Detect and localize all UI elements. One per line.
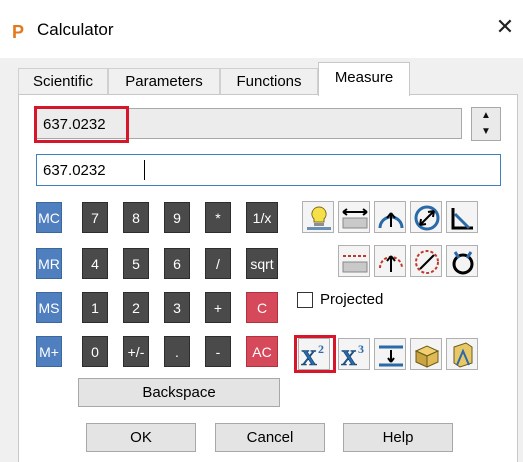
key-sqrt[interactable]: sqrt: [246, 248, 278, 279]
app-logo-icon: P: [10, 22, 28, 42]
key-mc[interactable]: MC: [36, 202, 62, 233]
key-8[interactable]: 8: [123, 202, 149, 233]
tab-functions[interactable]: Functions: [220, 68, 318, 95]
key-clear[interactable]: C: [246, 292, 278, 323]
key-reciprocal[interactable]: 1/x: [246, 202, 278, 233]
key-1[interactable]: 1: [82, 292, 108, 323]
key-m-plus[interactable]: M+: [36, 336, 62, 367]
spin-down-icon[interactable]: ▼: [472, 124, 500, 140]
expression-input[interactable]: [36, 154, 501, 186]
arc-three-point-icon[interactable]: [374, 245, 406, 277]
help-button[interactable]: Help: [343, 423, 453, 452]
key-decimal[interactable]: .: [164, 336, 190, 367]
backspace-button[interactable]: Backspace: [78, 378, 280, 407]
svg-text:X: X: [341, 345, 357, 370]
volume-icon[interactable]: [410, 338, 442, 370]
key-divide[interactable]: /: [205, 248, 231, 279]
projected-label: Projected: [320, 291, 384, 308]
svg-text:P: P: [12, 22, 24, 40]
key-negate[interactable]: +/-: [123, 336, 149, 367]
window-title: Calculator: [37, 20, 114, 39]
svg-text:3: 3: [358, 342, 364, 356]
spin-up-icon[interactable]: ▲: [472, 108, 500, 124]
diameter-icon[interactable]: [410, 201, 442, 233]
key-all-clear[interactable]: AC: [246, 336, 278, 367]
key-ms[interactable]: MS: [36, 292, 62, 323]
key-5[interactable]: 5: [123, 248, 149, 279]
key-7[interactable]: 7: [82, 202, 108, 233]
mass-properties-icon[interactable]: [446, 338, 478, 370]
ok-button[interactable]: OK: [86, 423, 196, 452]
thickness-icon[interactable]: [374, 338, 406, 370]
expression-input-value: 637.0232: [43, 162, 106, 179]
projected-checkbox[interactable]: [297, 292, 313, 308]
key-minus[interactable]: -: [205, 336, 231, 367]
distance-between-points-icon[interactable]: [338, 245, 370, 277]
key-multiply[interactable]: *: [205, 202, 231, 233]
square-highlight: [294, 335, 336, 373]
distance-icon[interactable]: [338, 201, 370, 233]
tab-strip: Scientific Parameters Functions Measure: [18, 62, 518, 96]
text-caret: [144, 160, 145, 180]
arc-radius-icon[interactable]: [374, 201, 406, 233]
cube-icon[interactable]: X3: [338, 338, 370, 370]
result-spinner[interactable]: ▲ ▼: [471, 107, 501, 141]
close-icon[interactable]: ✕: [494, 16, 516, 38]
circle-diameter-icon[interactable]: [410, 245, 442, 277]
tab-parameters[interactable]: Parameters: [108, 68, 220, 95]
key-9[interactable]: 9: [164, 202, 190, 233]
cancel-button[interactable]: Cancel: [215, 423, 325, 452]
key-3[interactable]: 3: [164, 292, 190, 323]
angle-icon[interactable]: [446, 201, 478, 233]
result-highlight: [34, 106, 129, 143]
key-plus[interactable]: +: [205, 292, 231, 323]
key-0[interactable]: 0: [82, 336, 108, 367]
tab-measure[interactable]: Measure: [318, 62, 410, 96]
key-4[interactable]: 4: [82, 248, 108, 279]
key-2[interactable]: 2: [123, 292, 149, 323]
measure-object-icon[interactable]: [302, 201, 334, 233]
tab-scientific[interactable]: Scientific: [18, 68, 108, 95]
rotation-icon[interactable]: [446, 245, 478, 277]
key-6[interactable]: 6: [164, 248, 190, 279]
key-mr[interactable]: MR: [36, 248, 62, 279]
